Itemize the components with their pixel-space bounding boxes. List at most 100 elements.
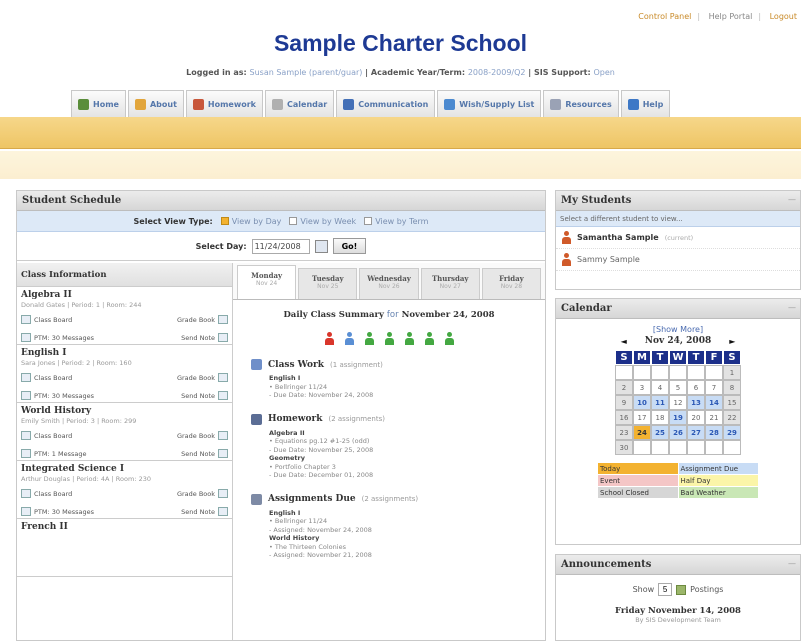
view-option[interactable]: View by Week: [289, 217, 356, 226]
grade-book-link[interactable]: Grade Book: [177, 432, 215, 440]
send-note-icon[interactable]: [218, 507, 228, 516]
view-option[interactable]: View by Day: [220, 217, 281, 226]
section-count[interactable]: (1 assignment): [330, 361, 383, 369]
student-item[interactable]: Samantha Sample (current): [556, 227, 800, 249]
checkbox-icon[interactable]: [289, 217, 298, 225]
nav-tab-communication[interactable]: Communication: [336, 90, 436, 117]
grade-book-link[interactable]: Grade Book: [177, 374, 215, 382]
checkbox-icon[interactable]: [220, 217, 229, 225]
go-button[interactable]: Go!: [332, 238, 367, 254]
grade-book-icon[interactable]: [218, 315, 228, 324]
nav-tab-wish-supply-list[interactable]: Wish/Supply List: [437, 90, 542, 117]
ptm-messages-link[interactable]: PTM: 30 Messages: [34, 392, 94, 400]
calendar-day[interactable]: 27: [687, 425, 705, 440]
calendar-day[interactable]: 14: [705, 395, 723, 410]
calendar-day[interactable]: 16: [615, 410, 633, 425]
calendar-day[interactable]: 3: [633, 380, 651, 395]
minimize-icon[interactable]: —: [788, 559, 796, 568]
calendar-day[interactable]: 13: [687, 395, 705, 410]
class-name[interactable]: Algebra II: [21, 290, 228, 300]
calendar-day[interactable]: 11: [651, 395, 669, 410]
year-value[interactable]: 2008-2009/Q2: [468, 68, 526, 77]
calendar-day[interactable]: 15: [723, 395, 741, 410]
calendar-day[interactable]: 18: [651, 410, 669, 425]
postings-go-icon[interactable]: [676, 584, 687, 595]
class-name[interactable]: Integrated Science I: [21, 464, 228, 474]
send-note-link[interactable]: Send Note: [181, 450, 215, 458]
calendar-day[interactable]: 2: [615, 380, 633, 395]
day-tab-friday[interactable]: Friday Nov 28: [481, 268, 542, 299]
send-note-link[interactable]: Send Note: [181, 508, 215, 516]
person-icon[interactable]: [344, 332, 354, 345]
nav-tab-home[interactable]: Home: [71, 90, 126, 117]
nav-tab-help[interactable]: Help: [620, 90, 671, 117]
calendar-day[interactable]: 22: [723, 410, 741, 425]
class-board-link[interactable]: Class Board: [34, 490, 72, 498]
calendar-day[interactable]: 1: [723, 365, 741, 380]
minimize-icon[interactable]: —: [788, 303, 796, 312]
send-note-icon[interactable]: [218, 333, 228, 342]
nav-tab-resources[interactable]: Resources: [543, 90, 619, 117]
calendar-picker-icon[interactable]: [314, 239, 328, 253]
ptm-messages-link[interactable]: PTM: 30 Messages: [34, 334, 94, 342]
grade-book-link[interactable]: Grade Book: [177, 316, 215, 324]
calendar-day[interactable]: 7: [705, 380, 723, 395]
person-icon[interactable]: [444, 332, 454, 345]
send-note-icon[interactable]: [218, 449, 228, 458]
calendar-day[interactable]: 10: [633, 395, 651, 410]
prev-month-icon[interactable]: ◄: [621, 336, 627, 346]
calendar-day[interactable]: 26: [669, 425, 687, 440]
calendar-day[interactable]: 9: [615, 395, 633, 410]
show-more-link[interactable]: [Show More]: [556, 325, 800, 334]
section-count[interactable]: (2 assignments): [328, 415, 385, 423]
ptm-messages-link[interactable]: PTM: 30 Messages: [34, 508, 94, 516]
grade-book-icon[interactable]: [218, 431, 228, 440]
person-icon[interactable]: [404, 332, 414, 345]
person-icon[interactable]: [364, 332, 374, 345]
section-count[interactable]: (2 assignments): [362, 495, 419, 503]
person-icon[interactable]: [424, 332, 434, 345]
minimize-icon[interactable]: —: [788, 195, 796, 204]
day-tab-wednesday[interactable]: Wednesday Nov 26: [359, 268, 419, 299]
class-board-link[interactable]: Class Board: [34, 432, 72, 440]
calendar-day[interactable]: 6: [687, 380, 705, 395]
calendar-day[interactable]: 21: [705, 410, 723, 425]
calendar-day[interactable]: 12: [669, 395, 687, 410]
send-note-icon[interactable]: [218, 391, 228, 400]
calendar-day[interactable]: 19: [669, 410, 687, 425]
nav-tab-homework[interactable]: Homework: [185, 90, 263, 117]
calendar-day[interactable]: 4: [651, 380, 669, 395]
class-board-link[interactable]: Class Board: [34, 316, 72, 324]
nav-tab-about[interactable]: About: [127, 90, 184, 117]
class-name[interactable]: World History: [21, 406, 228, 416]
logout-link[interactable]: Logout: [770, 12, 797, 21]
student-item[interactable]: Sammy Sample: [556, 249, 800, 271]
grade-book-icon[interactable]: [218, 373, 228, 382]
checkbox-icon[interactable]: [364, 217, 373, 225]
class-name[interactable]: French II: [21, 522, 228, 532]
calendar-day[interactable]: 29: [723, 425, 741, 440]
person-icon[interactable]: [324, 332, 334, 345]
class-board-link[interactable]: Class Board: [34, 374, 72, 382]
person-icon[interactable]: [384, 332, 394, 345]
calendar-day[interactable]: 5: [669, 380, 687, 395]
class-name[interactable]: English I: [21, 348, 228, 358]
grade-book-icon[interactable]: [218, 489, 228, 498]
login-user[interactable]: Susan Sample (parent/guar): [250, 68, 363, 77]
support-value[interactable]: Open: [593, 68, 614, 77]
calendar-day[interactable]: 28: [705, 425, 723, 440]
next-month-icon[interactable]: ►: [729, 336, 735, 346]
calendar-day[interactable]: 25: [651, 425, 669, 440]
ptm-messages-link[interactable]: PTM: 1 Message: [34, 450, 86, 458]
send-note-link[interactable]: Send Note: [181, 392, 215, 400]
calendar-day[interactable]: 17: [633, 410, 651, 425]
calendar-day[interactable]: 30: [615, 440, 633, 455]
nav-tab-calendar[interactable]: Calendar: [265, 90, 335, 117]
send-note-link[interactable]: Send Note: [181, 334, 215, 342]
calendar-day[interactable]: 24: [633, 425, 651, 440]
control-panel-link[interactable]: Control Panel: [638, 12, 691, 21]
day-input[interactable]: [251, 238, 310, 254]
postings-count-input[interactable]: [658, 583, 673, 596]
help-portal-link[interactable]: Help Portal: [709, 12, 753, 21]
calendar-day[interactable]: 8: [723, 380, 741, 395]
